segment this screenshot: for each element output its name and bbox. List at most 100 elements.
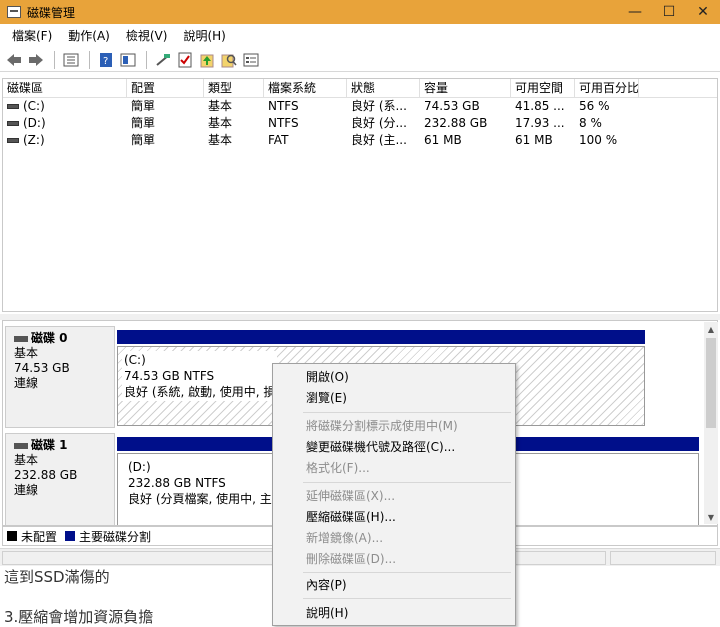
status-cell: 良好 (主... [351,133,407,147]
menu-action[interactable]: 動作(A) [60,27,118,44]
disk-icon [14,442,28,449]
column-header-status[interactable]: 狀態 [347,79,420,97]
background-text: 3.壓縮會增加資源負擔 [4,608,154,626]
close-button[interactable]: ✕ [686,0,720,24]
column-header-free-space[interactable]: 可用空間 [511,79,575,97]
menu-item-open[interactable]: 開啟(O) [273,367,515,388]
percent-free-cell: 56 % [579,99,610,113]
minimize-button[interactable]: — [618,0,652,24]
legend-label: 未配置 [21,529,58,544]
help-icon[interactable]: ? [96,50,116,70]
menu-bar: 檔案(F) 動作(A) 檢視(V) 說明(H) [0,24,720,46]
background-text: 這到SSD滿傷的 [4,568,110,586]
column-header-percent-free[interactable]: 可用百分比 [575,79,639,97]
svg-text:?: ? [103,56,108,67]
column-header-layout[interactable]: 配置 [127,79,204,97]
toolbar: ? [0,48,720,72]
status-cell: 良好 (分... [351,116,407,130]
menu-file[interactable]: 檔案(F) [4,27,60,44]
menu-separator [303,598,511,599]
disk-icon [14,335,28,342]
status-segment [506,551,606,565]
disk-type: 基本 [14,346,39,360]
column-header-capacity[interactable]: 容量 [420,79,511,97]
column-header-volume[interactable]: 磁碟區 [3,79,127,97]
filesystem-cell: NTFS [268,116,299,130]
menu-item-properties[interactable]: 內容(P) [273,575,515,596]
window-title: 磁碟管理 [27,5,76,20]
menu-help[interactable]: 說明(H) [175,27,233,44]
disk-status: 連線 [14,376,39,390]
layout-cell: 簡單 [131,133,156,147]
menu-item-delete-volume[interactable]: 刪除磁碟區(D)... [273,549,515,570]
filesystem-cell: NTFS [268,99,299,113]
drive-icon [7,104,19,109]
search-icon[interactable] [219,50,239,70]
type-cell: 基本 [208,116,233,130]
menu-view[interactable]: 檢視(V) [118,27,176,44]
column-header-filesystem[interactable]: 檔案系統 [264,79,347,97]
capacity-cell: 61 MB [424,133,462,147]
toolbar-divider [54,50,55,69]
volume-name: (C:) [23,99,45,113]
scroll-thumb[interactable] [706,338,716,428]
filesystem-cell: FAT [268,133,289,147]
scroll-down-icon[interactable]: ▼ [704,510,718,524]
partition-info: 74.53 GB NTFS [124,369,215,383]
table-row[interactable]: (Z:) 簡單 基本 FAT 良好 (主... 61 MB 61 MB 100 … [3,132,717,149]
disk-type: 基本 [14,453,39,467]
status-cell: 良好 (系... [351,99,407,113]
menu-separator [303,482,511,483]
menu-separator [303,572,511,573]
drive-icon [7,138,19,143]
disk-pane-scrollbar[interactable]: ▲ ▼ [704,322,718,524]
legend-item: 主要磁碟分割 [65,528,151,545]
menu-item-format[interactable]: 格式化(F)... [273,458,515,479]
legend-swatch-primary [65,531,76,541]
connect-icon[interactable] [153,50,173,70]
disk-0-label[interactable]: 磁碟 0 基本 74.53 GB 連線 [5,326,115,428]
menu-item-shrink-volume[interactable]: 壓縮磁碟區(H)... [273,507,515,528]
table-row[interactable]: (C:) 簡單 基本 NTFS 良好 (系... 74.53 GB 41.85 … [3,98,717,115]
menu-item-help[interactable]: 說明(H) [273,603,515,624]
view-icon[interactable] [118,50,138,70]
drive-icon [7,121,19,126]
context-menu: 開啟(O) 瀏覽(E) 將磁碟分割標示成使用中(M) 變更磁碟機代號及路徑(C)… [272,363,516,626]
layout-cell: 簡單 [131,99,156,113]
volume-name: (Z:) [23,133,45,147]
properties-icon[interactable] [61,50,81,70]
back-icon[interactable] [4,50,24,70]
menu-item-explore[interactable]: 瀏覽(E) [273,388,515,409]
partition-bar [117,330,645,344]
up-icon[interactable] [197,50,217,70]
disk-size: 232.88 GB [14,468,78,482]
legend-label: 主要磁碟分割 [79,529,152,544]
partition-state: 良好 (分頁檔案, 使用中, 主要 [128,492,284,506]
scroll-up-icon[interactable]: ▲ [704,322,718,336]
type-cell: 基本 [208,133,233,147]
menu-item-change-drive-letter[interactable]: 變更磁碟機代號及路徑(C)... [273,437,515,458]
disk-status: 連線 [14,483,39,497]
forward-icon[interactable] [26,50,46,70]
disk-1-label[interactable]: 磁碟 1 基本 232.88 GB 連線 [5,433,115,525]
free-space-cell: 41.85 ... [515,99,565,113]
disk-management-icon [7,6,21,18]
list-icon[interactable] [241,50,261,70]
menu-item-mark-active[interactable]: 將磁碟分割標示成使用中(M) [273,416,515,437]
partition-state: 良好 (系統, 啟動, 使用中, 損 [124,385,276,399]
free-space-cell: 61 MB [515,133,553,147]
menu-item-add-mirror[interactable]: 新增鏡像(A)... [273,528,515,549]
table-row[interactable]: (D:) 簡單 基本 NTFS 良好 (分... 232.88 GB 17.93… [3,115,717,132]
check-icon[interactable] [175,50,195,70]
window-controls: — ☐ ✕ [618,0,720,24]
column-header-type[interactable]: 類型 [204,79,264,97]
legend-swatch-unallocated [7,531,17,541]
volume-name: (D:) [23,116,46,130]
toolbar-divider [89,50,90,69]
volume-list-header: 磁碟區 配置 類型 檔案系統 狀態 容量 可用空間 可用百分比 [3,79,717,98]
type-cell: 基本 [208,99,233,113]
menu-item-extend-volume[interactable]: 延伸磁碟區(X)... [273,486,515,507]
maximize-button[interactable]: ☐ [652,0,686,24]
partition-info: 232.88 GB NTFS [128,476,226,490]
legend-item: 未配置 [7,528,57,545]
